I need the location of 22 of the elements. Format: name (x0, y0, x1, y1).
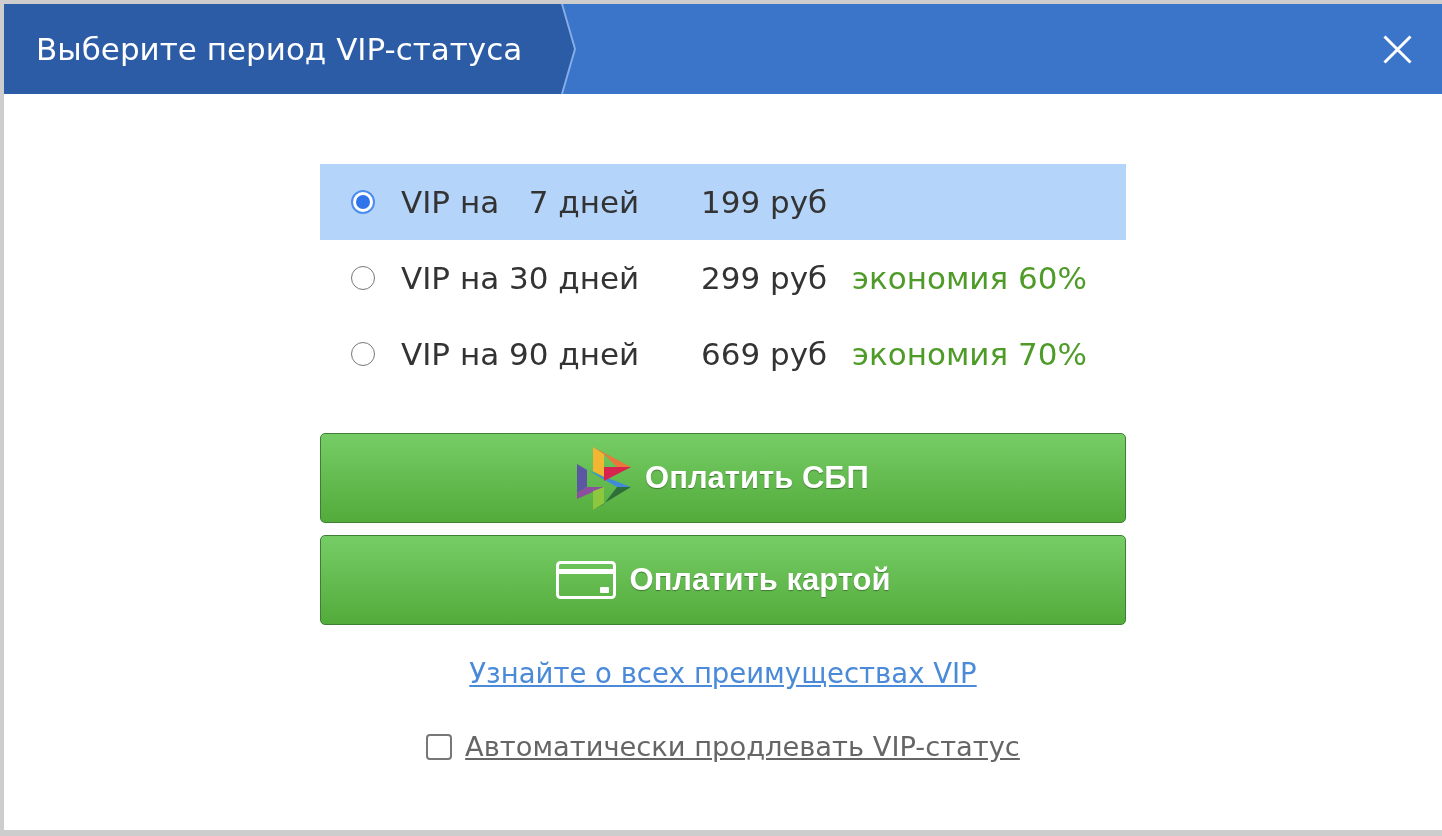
period-label: VIP на 30 дней (401, 260, 641, 296)
close-icon (1383, 34, 1412, 64)
radio-button[interactable] (351, 266, 375, 290)
price-label: 199 руб (701, 184, 829, 220)
saving-label: экономия 70% (852, 336, 1088, 372)
period-option[interactable]: VIP на 90 дней 669 руб экономия 70% (320, 316, 1126, 392)
radio-button[interactable] (351, 342, 375, 366)
price-label: 299 руб (701, 260, 829, 296)
checkbox[interactable] (426, 733, 453, 760)
auto-renew-label[interactable]: Автоматически продлевать VIP-статус (465, 731, 1020, 762)
period-label: VIP на 90 дней (401, 336, 641, 372)
period-option[interactable]: VIP на 7 дней 199 руб (320, 164, 1126, 240)
period-label: VIP на 7 дней (401, 184, 641, 220)
saving-label: экономия 60% (852, 260, 1088, 296)
vip-benefits-link[interactable]: Узнайте о всех преимуществах VIP (469, 657, 977, 689)
credit-card-icon (555, 561, 616, 599)
period-option[interactable]: VIP на 30 дней 299 руб экономия 60% (320, 240, 1126, 316)
price-label: 669 руб (701, 336, 829, 372)
sbp-logo-icon (577, 446, 632, 510)
dialog-title: Выберите период VIP-статуса (36, 31, 523, 67)
radio-button[interactable] (351, 190, 375, 214)
close-button[interactable] (1383, 34, 1412, 64)
